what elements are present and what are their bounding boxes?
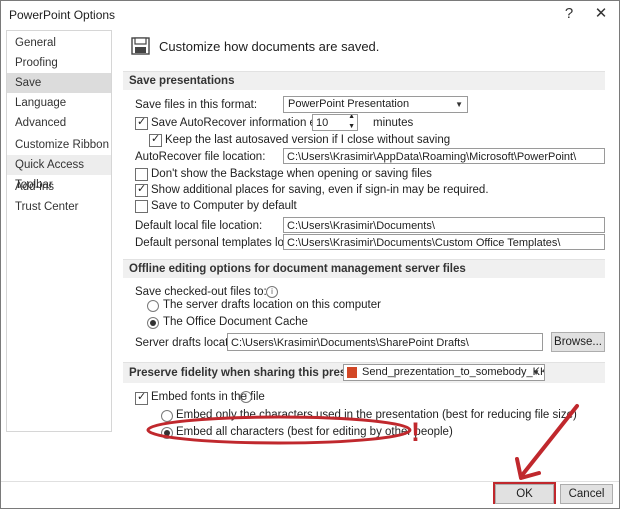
pointer-arrow-shaft [521,404,579,476]
exclamation-mark: ! [411,417,420,447]
highlight-ellipse [146,415,412,445]
cancel-button[interactable]: Cancel [560,484,613,504]
annotation-overlay [146,404,579,504]
footer-divider [1,481,619,482]
ok-button[interactable]: OK [495,484,554,504]
options-dialog: PowerPoint Options ? ✕ General Proofing … [0,0,620,509]
